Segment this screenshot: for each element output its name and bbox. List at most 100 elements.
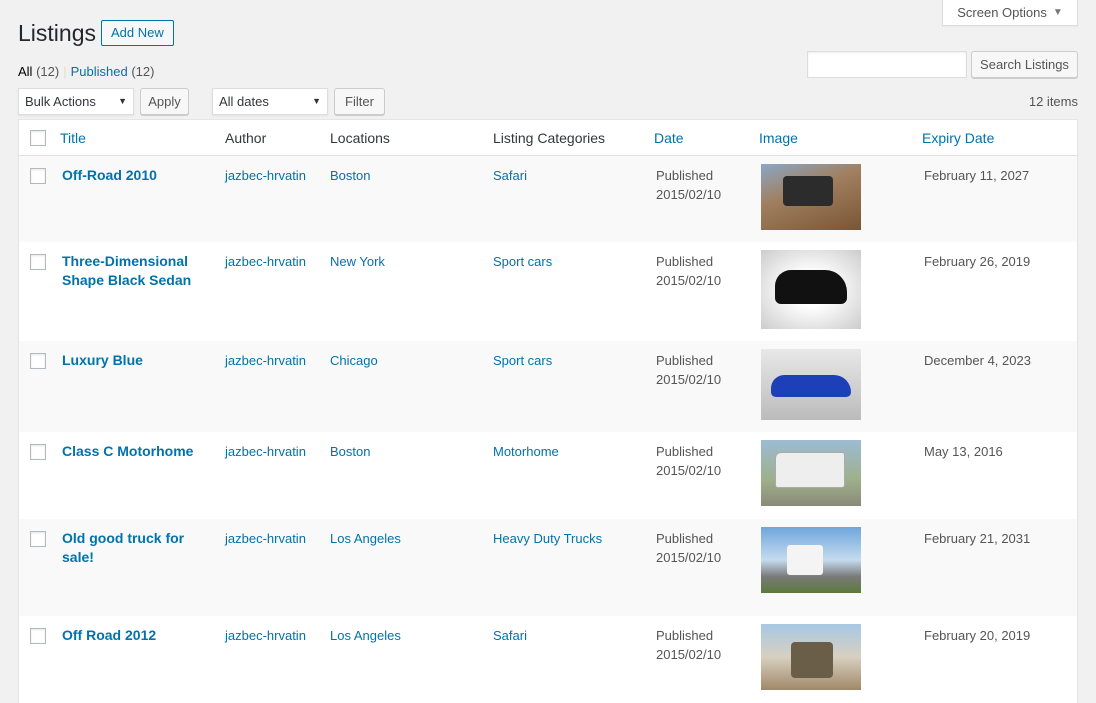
location-link[interactable]: Boston xyxy=(330,442,370,461)
author-link[interactable]: jazbec-hrvatin xyxy=(225,442,306,461)
bulk-actions-value: Bulk Actions xyxy=(25,94,96,109)
status-text: Published xyxy=(656,254,714,269)
status-text: Published xyxy=(656,531,714,546)
expiry-date: December 4, 2023 xyxy=(924,353,1031,368)
date-cell: Published 2015/02/10 xyxy=(656,351,721,389)
publish-date: 2015/02/10 xyxy=(656,550,722,565)
date-cell: Published 2015/02/10 xyxy=(656,166,721,204)
column-expiry-date[interactable]: Expiry Date xyxy=(922,130,994,146)
column-author: Author xyxy=(225,130,267,146)
vehicle-shape xyxy=(791,642,833,678)
offroad-suv-image xyxy=(761,164,861,230)
author-link[interactable]: jazbec-hrvatin xyxy=(225,252,306,271)
status-views: All (12) | Published (12) xyxy=(18,64,154,79)
view-published-count: (12) xyxy=(131,64,155,79)
listing-thumbnail[interactable] xyxy=(761,164,861,230)
row-checkbox[interactable] xyxy=(30,254,46,270)
table-row: Three-Dimensional Shape Black Sedan jazb… xyxy=(19,242,1077,341)
listing-thumbnail[interactable] xyxy=(761,440,861,506)
screen-options-label: Screen Options xyxy=(957,5,1047,20)
publish-date: 2015/02/10 xyxy=(656,647,722,662)
apply-button[interactable]: Apply xyxy=(140,88,189,115)
table-row: Off Road 2012 jazbec-hrvatin Los Angeles… xyxy=(19,616,1077,703)
column-categories: Listing Categories xyxy=(493,130,606,146)
row-checkbox[interactable] xyxy=(30,531,46,547)
white-truck-image xyxy=(761,527,861,593)
listing-thumbnail[interactable] xyxy=(761,527,861,593)
author-link[interactable]: jazbec-hrvatin xyxy=(225,351,306,370)
expiry-date: February 20, 2019 xyxy=(924,628,1031,643)
page-title: Listings xyxy=(18,20,96,46)
expiry-date: May 13, 2016 xyxy=(924,444,1003,459)
view-all-label: All xyxy=(18,64,33,79)
column-date[interactable]: Date xyxy=(654,130,684,146)
listing-title-link[interactable]: Off-Road 2010 xyxy=(62,166,202,185)
expiry-date: February 11, 2027 xyxy=(924,168,1030,183)
date-cell: Published 2015/02/10 xyxy=(656,252,721,290)
row-checkbox[interactable] xyxy=(30,628,46,644)
author-link[interactable]: jazbec-hrvatin xyxy=(225,529,306,548)
row-checkbox[interactable] xyxy=(30,444,46,460)
category-link[interactable]: Heavy Duty Trucks xyxy=(493,529,602,548)
listing-title-link[interactable]: Three-Dimensional Shape Black Sedan xyxy=(62,252,202,290)
expiry-date: February 21, 2031 xyxy=(924,531,1031,546)
bulk-actions-select[interactable]: Bulk Actions ▼ xyxy=(18,88,134,115)
blue-sports-car-image xyxy=(761,349,861,420)
row-checkbox[interactable] xyxy=(30,353,46,369)
listing-thumbnail[interactable] xyxy=(761,349,861,420)
dropdown-arrow-icon: ▼ xyxy=(312,96,321,106)
listing-thumbnail[interactable] xyxy=(761,250,861,329)
dropdown-arrow-icon: ▼ xyxy=(118,96,127,106)
view-all-count: (12) xyxy=(36,64,60,79)
search-listings-button[interactable]: Search Listings xyxy=(971,51,1078,78)
author-link[interactable]: jazbec-hrvatin xyxy=(225,166,306,185)
location-link[interactable]: Boston xyxy=(330,166,370,185)
status-text: Published xyxy=(656,444,714,459)
column-title[interactable]: Title xyxy=(60,130,86,146)
black-sedan-image xyxy=(761,250,861,329)
vehicle-shape xyxy=(775,270,847,304)
screen-options-button[interactable]: Screen Options ▼ xyxy=(942,0,1078,26)
category-link[interactable]: Sport cars xyxy=(493,351,552,370)
listing-title-link[interactable]: Off Road 2012 xyxy=(62,626,202,645)
location-link[interactable]: Los Angeles xyxy=(330,626,401,645)
location-link[interactable]: Los Angeles xyxy=(330,529,401,548)
listings-table: Title Author Locations Listing Categorie… xyxy=(18,119,1078,703)
listing-title-link[interactable]: Old good truck for sale! xyxy=(62,529,202,567)
author-link[interactable]: jazbec-hrvatin xyxy=(225,626,306,645)
row-checkbox[interactable] xyxy=(30,168,46,184)
vehicle-shape xyxy=(771,375,851,397)
view-all-link[interactable]: All (12) xyxy=(18,64,59,79)
location-link[interactable]: Chicago xyxy=(330,351,378,370)
select-all-checkbox[interactable] xyxy=(30,130,46,146)
filter-button[interactable]: Filter xyxy=(334,88,385,115)
table-row: Old good truck for sale! jazbec-hrvatin … xyxy=(19,519,1077,616)
status-text: Published xyxy=(656,168,714,183)
category-link[interactable]: Motorhome xyxy=(493,442,559,461)
column-image[interactable]: Image xyxy=(759,130,798,146)
table-row: Luxury Blue jazbec-hrvatin Chicago Sport… xyxy=(19,341,1077,432)
add-new-button[interactable]: Add New xyxy=(101,20,174,46)
listing-title-link[interactable]: Luxury Blue xyxy=(62,351,202,370)
view-separator: | xyxy=(63,64,67,79)
category-link[interactable]: Safari xyxy=(493,166,527,185)
category-link[interactable]: Safari xyxy=(493,626,527,645)
table-header: Title Author Locations Listing Categorie… xyxy=(19,120,1077,156)
caret-down-icon: ▼ xyxy=(1052,7,1063,18)
location-link[interactable]: New York xyxy=(330,252,385,271)
search-input[interactable] xyxy=(807,51,967,78)
date-cell: Published 2015/02/10 xyxy=(656,442,721,480)
category-link[interactable]: Sport cars xyxy=(493,252,552,271)
publish-date: 2015/02/10 xyxy=(656,187,722,202)
motorhome-image xyxy=(761,440,861,506)
listing-thumbnail[interactable] xyxy=(761,624,861,690)
vehicle-shape xyxy=(775,452,845,488)
view-published-link[interactable]: Published (12) xyxy=(71,64,155,79)
column-locations: Locations xyxy=(330,130,390,146)
publish-date: 2015/02/10 xyxy=(656,273,722,288)
listing-title-link[interactable]: Class C Motorhome xyxy=(62,442,202,461)
view-published-label: Published xyxy=(70,64,128,79)
vehicle-shape xyxy=(787,545,823,575)
date-filter-select[interactable]: All dates ▼ xyxy=(212,88,328,115)
offroad-truck-image xyxy=(761,624,861,690)
